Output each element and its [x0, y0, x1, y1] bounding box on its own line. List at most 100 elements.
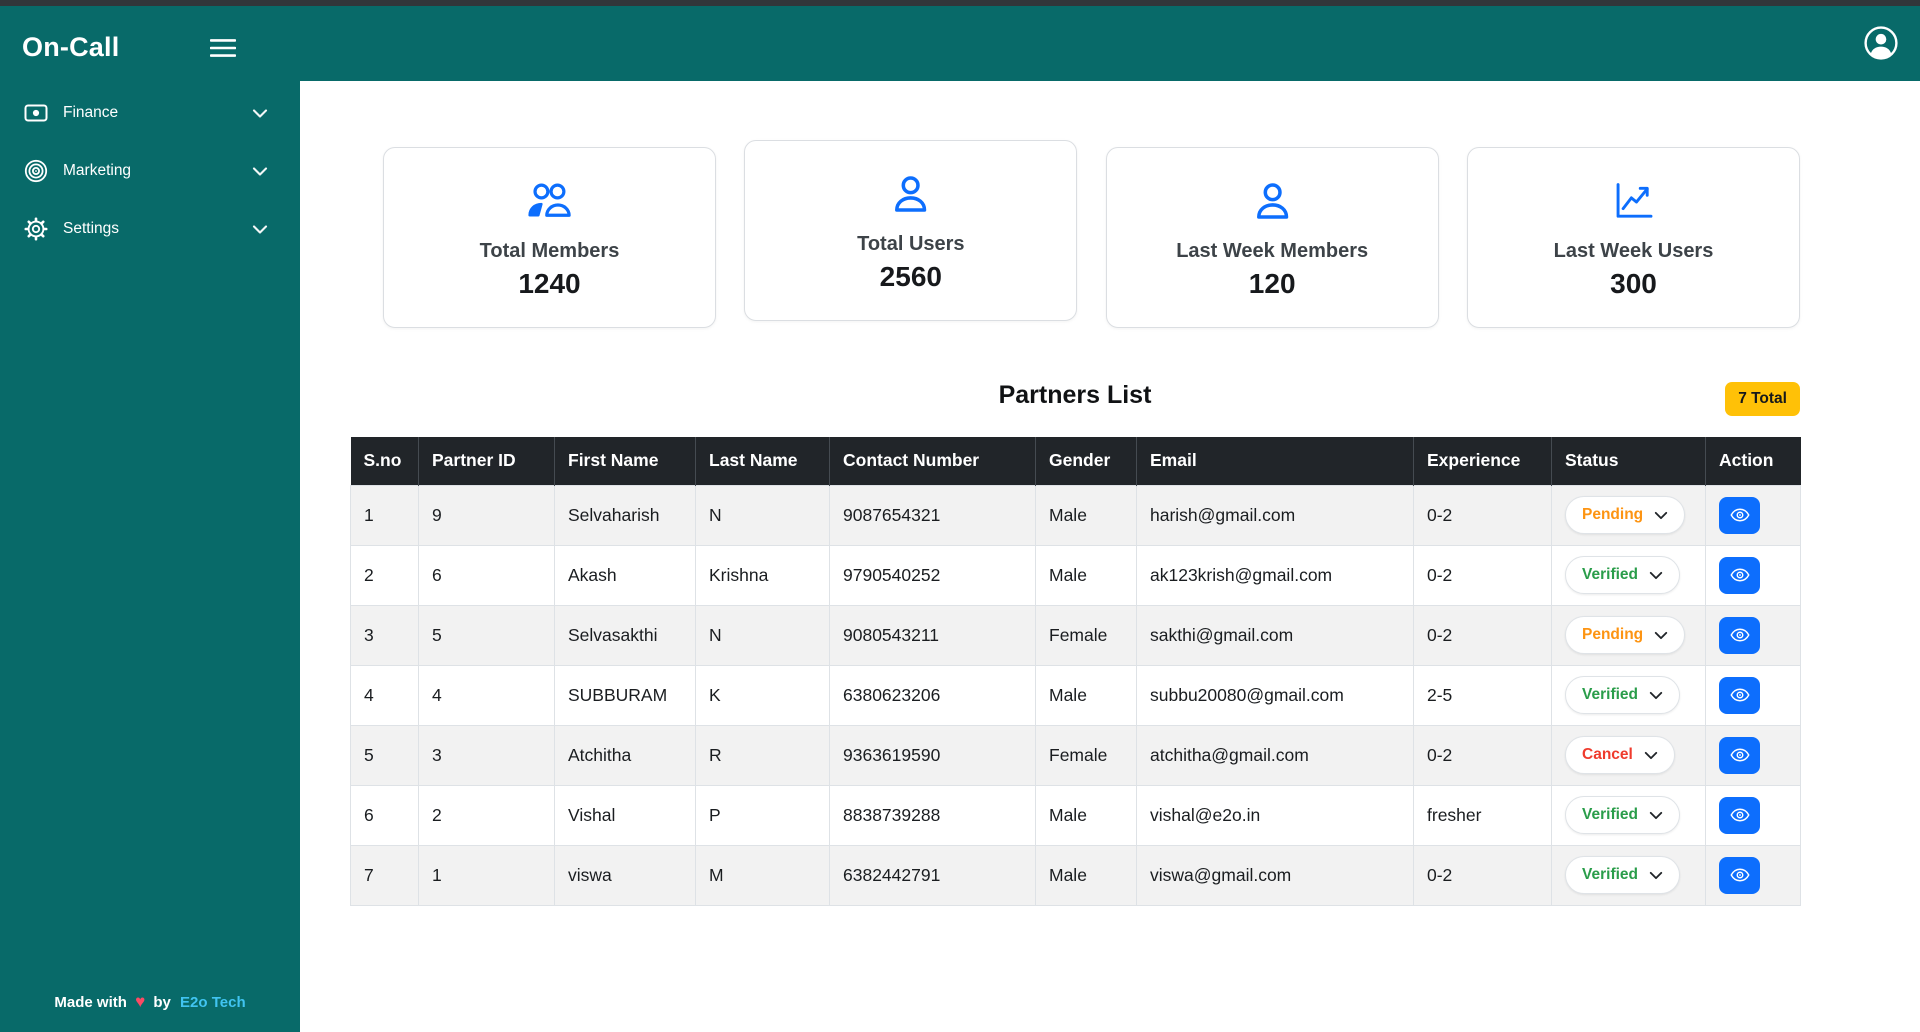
cell-status: Cancel: [1552, 725, 1706, 785]
table-row: 2 6 Akash Krishna 9790540252 Male ak123k…: [351, 545, 1801, 605]
user-icon: [893, 175, 928, 213]
view-button[interactable]: [1719, 857, 1760, 894]
cell-email: harish@gmail.com: [1137, 485, 1414, 545]
status-dropdown[interactable]: Verified: [1565, 796, 1680, 834]
cell-status: Verified: [1552, 785, 1706, 845]
cell-first-name: Vishal: [555, 785, 696, 845]
user-icon: [1255, 182, 1290, 220]
cell-status: Verified: [1552, 545, 1706, 605]
cell-last-name: R: [696, 725, 830, 785]
cell-gender: Male: [1036, 485, 1137, 545]
cell-contact: 9790540252: [830, 545, 1036, 605]
chevron-down-icon[interactable]: [252, 108, 268, 119]
cell-status: Pending: [1552, 485, 1706, 545]
chevron-down-icon: [1649, 571, 1663, 580]
status-dropdown[interactable]: Pending: [1565, 616, 1685, 654]
column-header: Contact Number: [830, 437, 1036, 485]
view-button[interactable]: [1719, 557, 1760, 594]
cell-partner-id: 4: [419, 665, 555, 725]
cell-sno: 7: [351, 845, 419, 905]
cell-action: [1706, 485, 1801, 545]
cell-experience: 0-2: [1414, 845, 1552, 905]
cell-sno: 2: [351, 545, 419, 605]
cell-email: atchitha@gmail.com: [1137, 725, 1414, 785]
chevron-down-icon: [1654, 631, 1668, 640]
sidebar-item-settings[interactable]: Settings: [0, 205, 300, 253]
view-button[interactable]: [1719, 497, 1760, 534]
sidebar-item-finance[interactable]: Finance: [0, 89, 300, 137]
cell-last-name: P: [696, 785, 830, 845]
cell-sno: 5: [351, 725, 419, 785]
cell-gender: Male: [1036, 545, 1137, 605]
user-avatar-icon[interactable]: [1864, 26, 1898, 60]
chevron-down-icon: [1649, 811, 1663, 820]
stat-value: 300: [1610, 268, 1657, 300]
column-header: Email: [1137, 437, 1414, 485]
cell-first-name: Selvasakthi: [555, 605, 696, 665]
cell-sno: 1: [351, 485, 419, 545]
eye-icon: [1730, 868, 1750, 882]
column-header: Status: [1552, 437, 1706, 485]
stat-label: Last Week Users: [1554, 240, 1714, 263]
chevron-down-icon: [1644, 751, 1658, 760]
cell-gender: Male: [1036, 665, 1137, 725]
status-dropdown[interactable]: Pending: [1565, 496, 1685, 534]
cell-action: [1706, 605, 1801, 665]
cell-gender: Female: [1036, 725, 1137, 785]
eye-icon: [1730, 628, 1750, 642]
table-row: 6 2 Vishal P 8838739288 Male vishal@e2o.…: [351, 785, 1801, 845]
status-dropdown[interactable]: Verified: [1565, 556, 1680, 594]
view-button[interactable]: [1719, 677, 1760, 714]
eye-icon: [1730, 748, 1750, 762]
cell-action: [1706, 665, 1801, 725]
company-link[interactable]: E2o Tech: [180, 994, 246, 1011]
view-button[interactable]: [1719, 617, 1760, 654]
stat-value: 1240: [518, 268, 580, 300]
cell-experience: fresher: [1414, 785, 1552, 845]
cell-email: sakthi@gmail.com: [1137, 605, 1414, 665]
sidebar-item-label: Marketing: [63, 162, 131, 180]
cell-last-name: N: [696, 485, 830, 545]
view-button[interactable]: [1719, 737, 1760, 774]
column-header: Gender: [1036, 437, 1137, 485]
status-label: Verified: [1582, 866, 1638, 884]
column-header: S.no: [351, 437, 419, 485]
table-row: 5 3 Atchitha R 9363619590 Female atchith…: [351, 725, 1801, 785]
status-dropdown[interactable]: Verified: [1565, 856, 1680, 894]
eye-icon: [1730, 808, 1750, 822]
cell-experience: 0-2: [1414, 725, 1552, 785]
sidebar: On-Call Finance Marketing Settings Made …: [0, 6, 300, 1032]
app-brand: On-Call: [22, 32, 119, 63]
cell-partner-id: 1: [419, 845, 555, 905]
view-button[interactable]: [1719, 797, 1760, 834]
cell-contact: 6382442791: [830, 845, 1036, 905]
cell-first-name: SUBBURAM: [555, 665, 696, 725]
cell-gender: Male: [1036, 845, 1137, 905]
cell-contact: 8838739288: [830, 785, 1036, 845]
cell-experience: 0-2: [1414, 545, 1552, 605]
cell-experience: 0-2: [1414, 605, 1552, 665]
column-header: First Name: [555, 437, 696, 485]
hamburger-icon[interactable]: [210, 38, 236, 58]
made-with-text: Made with: [54, 994, 127, 1011]
cell-sno: 4: [351, 665, 419, 725]
sidebar-item-marketing[interactable]: Marketing: [0, 147, 300, 195]
cell-experience: 0-2: [1414, 485, 1552, 545]
table-body: 1 9 Selvaharish N 9087654321 Male harish…: [351, 485, 1801, 905]
table-row: 7 1 viswa M 6382442791 Male viswa@gmail.…: [351, 845, 1801, 905]
cell-email: vishal@e2o.in: [1137, 785, 1414, 845]
cell-email: subbu20080@gmail.com: [1137, 665, 1414, 725]
cell-status: Verified: [1552, 665, 1706, 725]
eye-icon: [1730, 688, 1750, 702]
status-dropdown[interactable]: Cancel: [1565, 736, 1675, 774]
chevron-down-icon[interactable]: [252, 166, 268, 177]
partners-header: Partners List 7 Total: [350, 381, 1800, 421]
chevron-down-icon[interactable]: [252, 224, 268, 235]
stat-card: Last Week Users 300: [1467, 147, 1800, 328]
sidebar-item-label: Settings: [63, 220, 119, 238]
cell-action: [1706, 845, 1801, 905]
column-header: Action: [1706, 437, 1801, 485]
status-dropdown[interactable]: Verified: [1565, 676, 1680, 714]
cash-icon: [24, 101, 48, 125]
users-icon: [526, 182, 574, 220]
